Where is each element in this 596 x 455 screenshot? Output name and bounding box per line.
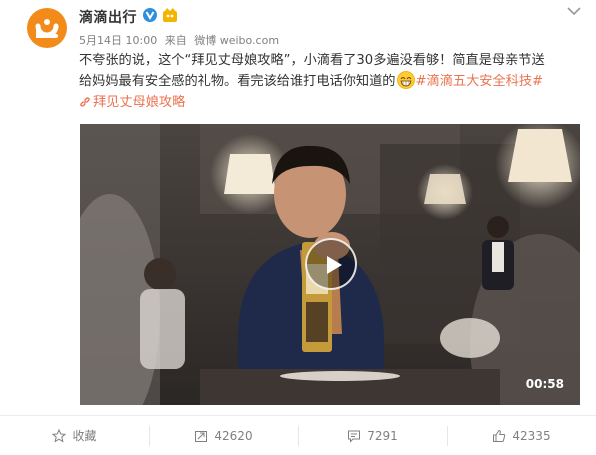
comment-count: 7291: [367, 428, 398, 443]
post-text-line-2-text: 给妈妈最有安全感的礼物。看完该给谁打电话你知道的: [79, 74, 396, 89]
post-text-line-2: 给妈妈最有安全感的礼物。看完该给谁打电话你知道的 #滴滴五大安全科技#: [79, 71, 584, 92]
didi-logo-icon: [35, 19, 59, 38]
source-prefix: 来自: [164, 34, 187, 47]
star-icon: [52, 428, 67, 443]
link-icon: [80, 97, 90, 107]
repost-button[interactable]: 42620: [149, 416, 298, 455]
post-body: 不夸张的说，这个“拜见丈母娘攻略”，小滴看了30多遍没看够！简直是母亲节送 给妈…: [79, 50, 584, 113]
play-icon: [327, 256, 342, 274]
comment-button[interactable]: 7291: [298, 416, 447, 455]
chevron-down-icon[interactable]: [566, 6, 582, 16]
grin-emoji-icon: [396, 71, 415, 89]
video-link[interactable]: 拜见丈母娘攻略: [79, 92, 584, 113]
author-name[interactable]: 滴滴出行: [79, 7, 137, 27]
like-button[interactable]: 42335: [447, 416, 596, 455]
post-meta: 5月14日 10:00 来自 微博 weibo.com: [79, 32, 283, 48]
action-bar: 收藏 42620 7291 42335: [0, 415, 596, 455]
post-date[interactable]: 5月14日 10:00: [79, 34, 157, 47]
like-count: 42335: [512, 428, 551, 443]
repost-count: 42620: [214, 428, 253, 443]
comment-icon: [348, 430, 361, 443]
verified-icon: [143, 8, 157, 22]
repost-icon: [195, 430, 208, 442]
play-button[interactable]: [305, 238, 357, 290]
topic-link[interactable]: #滴滴五大安全科技#: [416, 74, 544, 89]
video-player[interactable]: 00:58: [80, 124, 580, 405]
favorite-label: 收藏: [72, 429, 97, 443]
like-icon: [493, 429, 506, 442]
video-link-text: 拜见丈母娘攻略: [93, 95, 186, 110]
post-text-line-1: 不夸张的说，这个“拜见丈母娘攻略”，小滴看了30多遍没看够！简直是母亲节送: [79, 53, 545, 68]
avatar[interactable]: [27, 8, 67, 48]
vip-badge-icon: [163, 8, 177, 22]
post-source[interactable]: 微博 weibo.com: [194, 34, 279, 47]
video-duration: 00:58: [525, 377, 564, 391]
favorite-button[interactable]: 收藏: [0, 416, 149, 455]
